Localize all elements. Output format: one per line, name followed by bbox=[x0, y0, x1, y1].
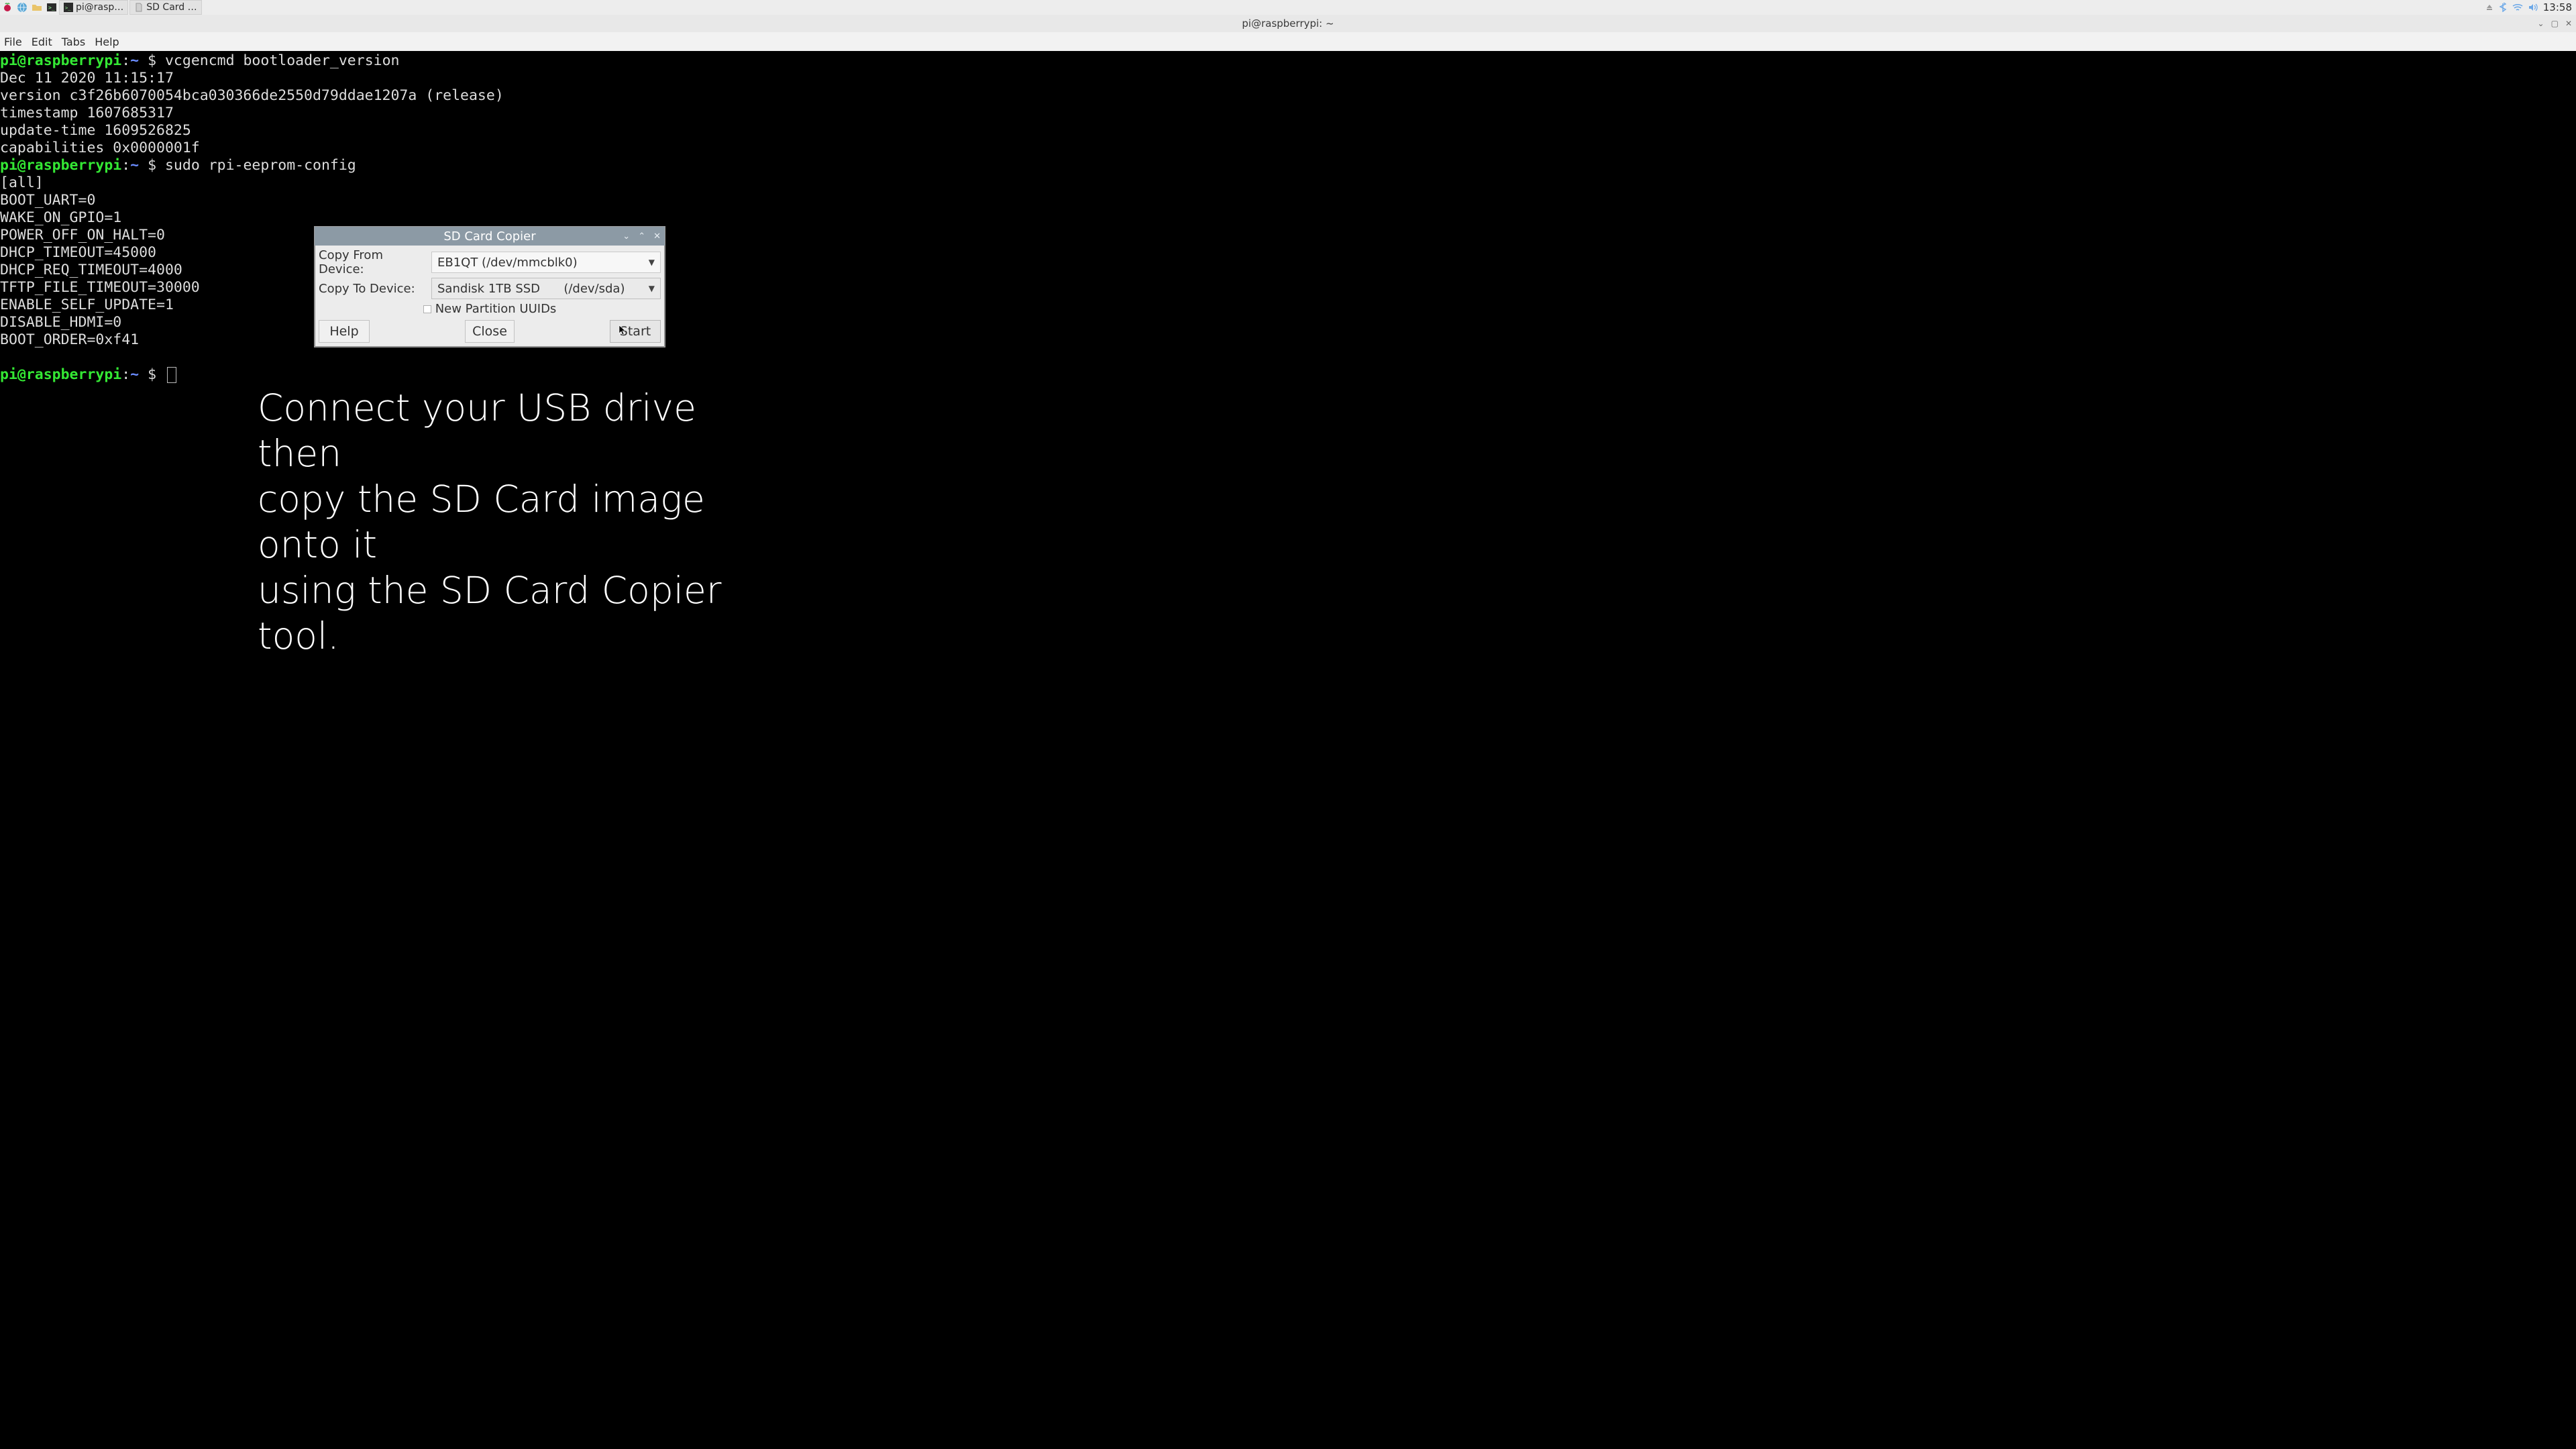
prompt-path: ~ bbox=[130, 366, 139, 383]
taskbar-button-label: pi@rasp… bbox=[76, 2, 123, 13]
dialog-minimize-icon[interactable]: ⌄ bbox=[623, 231, 630, 241]
term-output-line: DHCP_REQ_TIMEOUT=4000 bbox=[0, 262, 182, 278]
chevron-down-icon: ▼ bbox=[649, 258, 655, 267]
sd-card-copier-dialog: SD Card Copier ⌄ ⌃ ✕ Copy From Device: E… bbox=[314, 226, 665, 347]
caption-line: Connect your USB drive then bbox=[258, 385, 767, 476]
term-output-line: POWER_OFF_ON_HALT=0 bbox=[0, 227, 165, 244]
taskbar-button-sdcopier[interactable]: SD Card … bbox=[129, 0, 201, 15]
dialog-maximize-icon[interactable]: ⌃ bbox=[638, 231, 645, 241]
prompt-userhost: pi@raspberrypi bbox=[0, 52, 121, 69]
instruction-caption: Connect your USB drive then copy the SD … bbox=[258, 385, 767, 659]
prompt-symbol: $ bbox=[148, 52, 156, 69]
taskbar-launchers: >_ bbox=[0, 1, 58, 13]
window-maximize-icon[interactable]: ▢ bbox=[2551, 19, 2559, 28]
menu-file[interactable]: File bbox=[4, 36, 22, 48]
svg-text:>_: >_ bbox=[48, 5, 55, 11]
copy-from-value: EB1QT (/dev/mmcblk0) bbox=[437, 256, 578, 270]
term-cmd: vcgencmd bootloader_version bbox=[165, 52, 400, 69]
term-output-line: TFTP_FILE_TIMEOUT=30000 bbox=[0, 279, 200, 296]
term-output-line: version c3f26b6070054bca030366de2550d79d… bbox=[0, 87, 504, 104]
taskbar-panel: >_ >_ pi@rasp… SD Card … 13:58 bbox=[0, 0, 2576, 15]
term-output-line: ENABLE_SELF_UPDATE=1 bbox=[0, 297, 174, 313]
term-output-line: capabilities 0x0000001f bbox=[0, 140, 200, 156]
prompt-symbol: $ bbox=[148, 157, 156, 174]
prompt-userhost: pi@raspberrypi bbox=[0, 366, 121, 383]
raspberry-menu-icon[interactable] bbox=[1, 1, 13, 13]
term-cmd: sudo rpi-eeprom-config bbox=[165, 157, 356, 174]
term-output-line: [all] bbox=[0, 174, 44, 191]
terminal-icon: >_ bbox=[64, 3, 73, 12]
dialog-close-icon[interactable]: ✕ bbox=[653, 231, 661, 241]
window-minimize-icon[interactable]: ⌄ bbox=[2538, 19, 2544, 28]
terminal-cursor bbox=[167, 367, 176, 383]
help-button[interactable]: Help bbox=[319, 320, 370, 343]
prompt-symbol: $ bbox=[148, 366, 156, 383]
start-button[interactable]: Start bbox=[610, 320, 661, 343]
term-output-line: BOOT_UART=0 bbox=[0, 192, 95, 209]
close-button[interactable]: Close bbox=[465, 320, 515, 343]
taskbar-button-label: SD Card … bbox=[146, 2, 197, 13]
clock[interactable]: 13:58 bbox=[2543, 1, 2572, 13]
taskbar-button-terminal[interactable]: >_ pi@rasp… bbox=[59, 0, 128, 15]
window-title: pi@raspberrypi: ~ bbox=[1242, 17, 1334, 30]
prompt-path: ~ bbox=[130, 157, 139, 174]
web-browser-icon[interactable] bbox=[16, 1, 28, 13]
dialog-titlebar[interactable]: SD Card Copier ⌄ ⌃ ✕ bbox=[315, 227, 665, 246]
copy-to-value-name: Sandisk 1TB SSD bbox=[437, 282, 540, 296]
copy-to-label: Copy To Device: bbox=[319, 282, 427, 296]
system-tray: 13:58 bbox=[2485, 1, 2576, 13]
volume-icon[interactable] bbox=[2528, 3, 2538, 11]
copy-from-label: Copy From Device: bbox=[319, 248, 427, 276]
window-close-icon[interactable]: ✕ bbox=[2565, 19, 2572, 28]
new-partition-uuids-checkbox[interactable] bbox=[423, 305, 431, 313]
copy-from-combo[interactable]: EB1QT (/dev/mmcblk0) ▼ bbox=[431, 252, 661, 273]
term-output-line: timestamp 1607685317 bbox=[0, 105, 174, 121]
wifi-icon[interactable] bbox=[2512, 3, 2523, 11]
term-output-line: DHCP_TIMEOUT=45000 bbox=[0, 244, 156, 261]
caption-line: using the SD Card Copier tool. bbox=[258, 568, 767, 659]
term-output-line: update-time 1609526825 bbox=[0, 122, 191, 139]
term-output-line: DISABLE_HDMI=0 bbox=[0, 314, 121, 331]
eject-icon[interactable] bbox=[2485, 3, 2493, 11]
copy-to-value-dev: (/dev/sda) bbox=[564, 282, 625, 296]
term-output-line: BOOT_ORDER=0xf41 bbox=[0, 331, 139, 348]
dialog-title: SD Card Copier bbox=[443, 229, 535, 244]
file-manager-icon[interactable] bbox=[31, 1, 43, 13]
term-output-line: Dec 11 2020 11:15:17 bbox=[0, 70, 174, 87]
menu-tabs[interactable]: Tabs bbox=[62, 36, 85, 48]
menu-help[interactable]: Help bbox=[95, 36, 119, 48]
sd-card-icon bbox=[134, 3, 144, 12]
terminal-titlebar[interactable]: pi@raspberrypi: ~ ⌄ ▢ ✕ bbox=[0, 15, 2576, 32]
chevron-down-icon: ▼ bbox=[649, 284, 655, 293]
new-partition-uuids-label: New Partition UUIDs bbox=[435, 302, 557, 316]
mouse-cursor-icon bbox=[619, 325, 627, 335]
caption-line: copy the SD Card image onto it bbox=[258, 476, 767, 568]
terminal-menubar: File Edit Tabs Help bbox=[0, 32, 2576, 51]
menu-edit[interactable]: Edit bbox=[32, 36, 52, 48]
prompt-userhost: pi@raspberrypi bbox=[0, 157, 121, 174]
bluetooth-icon[interactable] bbox=[2499, 3, 2507, 12]
terminal-launcher-icon[interactable]: >_ bbox=[46, 1, 58, 13]
prompt-path: ~ bbox=[130, 52, 139, 69]
svg-text:>_: >_ bbox=[65, 5, 71, 11]
term-output-line: WAKE_ON_GPIO=1 bbox=[0, 209, 121, 226]
copy-to-combo[interactable]: Sandisk 1TB SSD (/dev/sda) ▼ bbox=[431, 278, 661, 299]
